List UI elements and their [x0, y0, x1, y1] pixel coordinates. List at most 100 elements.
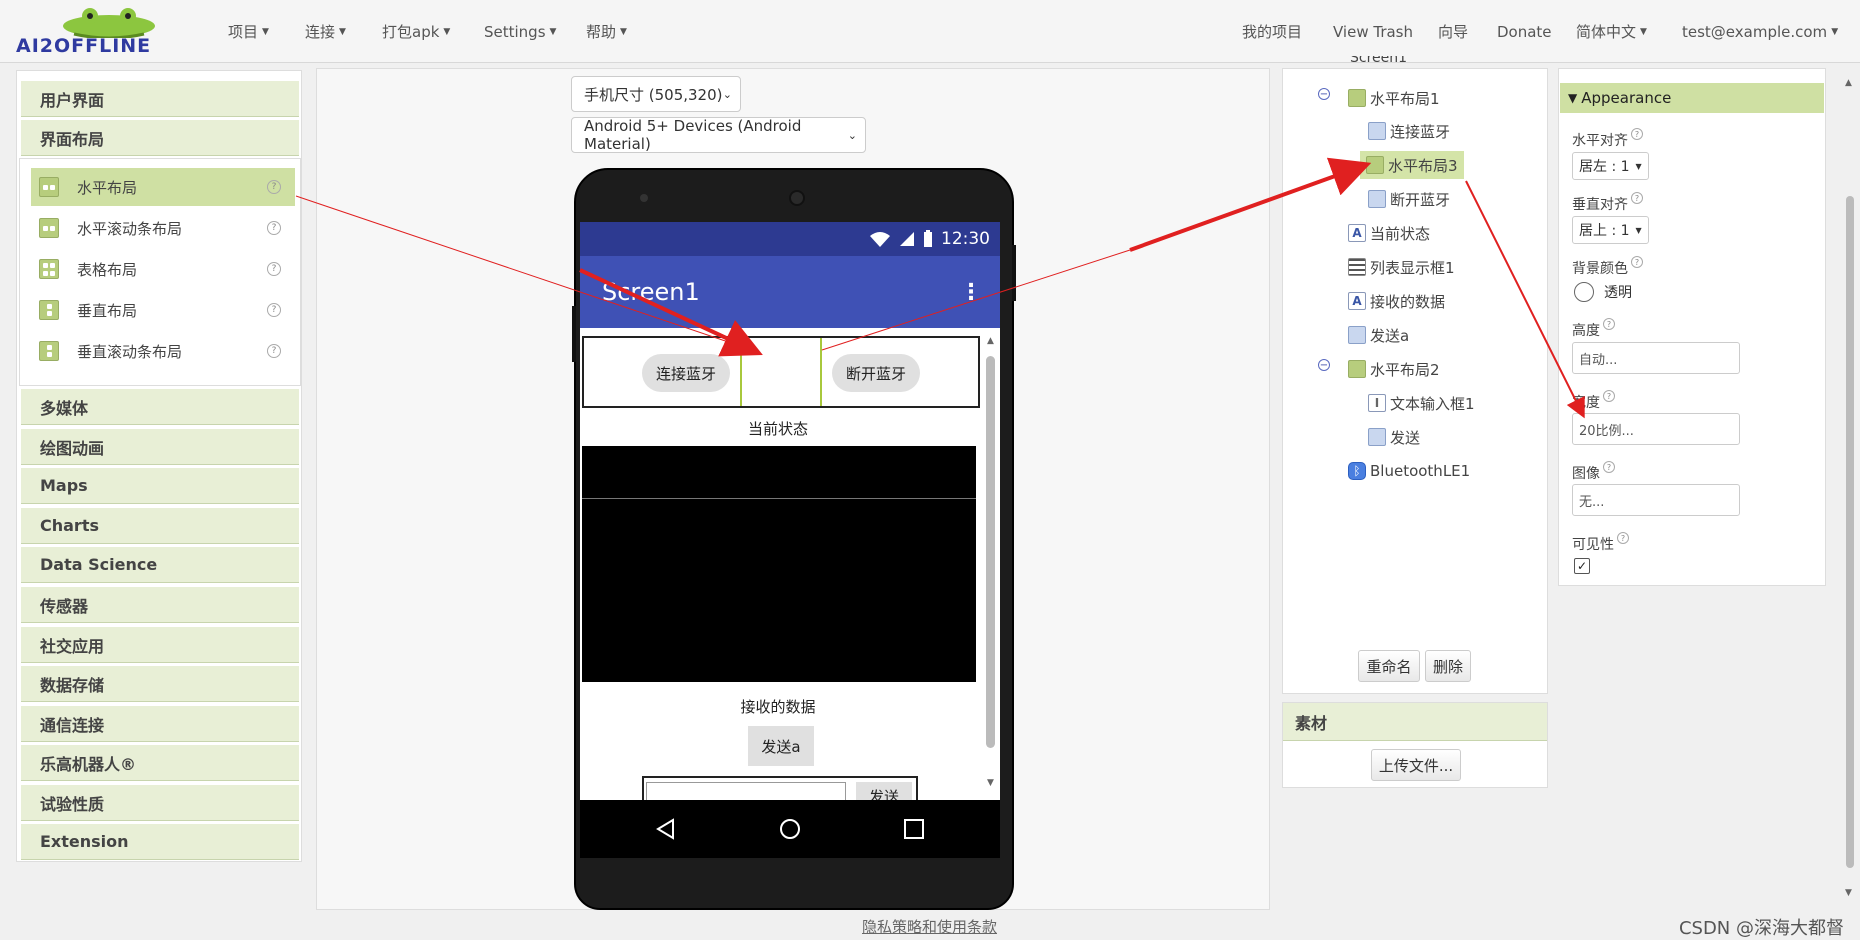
nav-donate[interactable]: Donate — [1497, 0, 1552, 63]
app-logo[interactable]: AI2OFFLINE — [14, 8, 204, 57]
help-icon[interactable]: ? — [1631, 128, 1643, 140]
nav-my-projects[interactable]: 我的项目 — [1242, 0, 1302, 63]
disconnect-bluetooth-button[interactable]: 断开蓝牙 — [832, 354, 920, 392]
category-maps[interactable]: Maps — [21, 468, 299, 504]
caret-down-icon: ▼ — [339, 26, 346, 37]
help-icon[interactable]: ? — [1603, 390, 1615, 402]
delete-button[interactable]: 删除 — [1425, 650, 1471, 682]
back-icon[interactable] — [655, 818, 677, 840]
page-scroll-thumb[interactable] — [1846, 196, 1854, 868]
help-icon[interactable]: ? — [267, 180, 281, 194]
menu-settings[interactable]: Settings ▼ — [484, 0, 556, 63]
help-icon[interactable]: ? — [267, 262, 281, 276]
valign-select[interactable]: 居上 : 1 ▼ — [1572, 216, 1649, 244]
collapse-icon[interactable]: − — [1318, 88, 1330, 100]
rename-button[interactable]: 重命名 — [1358, 650, 1420, 682]
send-button[interactable]: 发送 — [856, 782, 912, 800]
tree-node-text-input[interactable]: I 文本输入框1 — [1368, 389, 1475, 417]
connect-bluetooth-button[interactable]: 连接蓝牙 — [642, 354, 730, 392]
halign-select[interactable]: 居左 : 1 ▼ — [1572, 152, 1649, 180]
tree-node-status-label[interactable]: A 当前状态 — [1348, 219, 1430, 247]
scroll-thumb[interactable] — [986, 356, 995, 748]
scroll-up-icon[interactable]: ▲ — [1845, 78, 1852, 88]
appearance-section-header[interactable]: ▼ Appearance — [1560, 83, 1824, 113]
category-user-interface[interactable]: 用户界面 — [21, 81, 299, 117]
scroll-down-icon[interactable]: ▼ — [1845, 888, 1852, 898]
nav-view-trash[interactable]: View Trash — [1333, 0, 1413, 63]
menu-project[interactable]: 项目 ▼ — [228, 0, 269, 63]
category-storage[interactable]: 数据存储 — [21, 666, 299, 702]
screen-scrollbar[interactable]: ▲ ▼ — [984, 336, 998, 792]
palette-item-horizontal-arrangement[interactable]: 水平布局 ? — [31, 168, 295, 206]
category-sensors[interactable]: 传感器 — [21, 587, 299, 623]
category-experimental[interactable]: 试验性质 — [21, 785, 299, 821]
tree-node-disconnect-bluetooth[interactable]: 断开蓝牙 — [1368, 185, 1450, 213]
page-scrollbar[interactable]: ▲ ▼ — [1842, 68, 1858, 910]
help-icon[interactable]: ? — [267, 303, 281, 317]
image-input[interactable]: 无... — [1572, 484, 1740, 516]
recents-icon[interactable] — [903, 818, 925, 840]
horizontal-arrangement-3[interactable] — [740, 338, 822, 406]
help-icon[interactable]: ? — [1631, 192, 1643, 204]
height-input[interactable]: 自动... — [1572, 342, 1740, 374]
nav-language[interactable]: 简体中文 ▼ — [1576, 0, 1647, 63]
upload-file-button[interactable]: 上传文件... — [1371, 749, 1461, 781]
horizontal-arrangement-icon — [39, 177, 59, 197]
help-icon[interactable]: ? — [1631, 256, 1643, 268]
nav-account[interactable]: test@example.com ▼ — [1682, 0, 1838, 63]
help-icon[interactable]: ? — [267, 344, 281, 358]
tree-node-label: 列表显示框1 — [1370, 258, 1455, 277]
text-input-1[interactable] — [646, 782, 846, 800]
theme-select[interactable]: Android 5+ Devices (Android Material) ⌄ — [571, 117, 866, 153]
tree-node-connect-bluetooth[interactable]: 连接蓝牙 — [1368, 117, 1450, 145]
tree-node-received-data[interactable]: A 接收的数据 — [1348, 287, 1445, 315]
category-lego[interactable]: 乐高机器人® — [21, 745, 299, 781]
category-extension[interactable]: Extension — [21, 824, 299, 860]
caret-down-icon: ▼ — [262, 26, 269, 37]
tree-node-list-view[interactable]: 列表显示框1 — [1348, 253, 1455, 281]
bgcolor-picker[interactable]: 透明 — [1574, 282, 1632, 302]
nav-guide[interactable]: 向导 — [1438, 0, 1468, 63]
home-icon[interactable] — [779, 818, 801, 840]
overflow-menu-icon[interactable]: ⋮ — [960, 280, 982, 305]
caret-down-icon: ▼ — [1640, 26, 1647, 37]
category-drawing-animation[interactable]: 绘图动画 — [21, 429, 299, 465]
image-label-text: 图像 — [1572, 466, 1600, 482]
horizontal-arrangement-2[interactable]: 发送 — [642, 776, 918, 800]
list-view[interactable] — [582, 446, 976, 682]
help-icon[interactable]: ? — [1603, 461, 1615, 473]
tree-node-horizontal-arrangement-1[interactable]: 水平布局1 — [1348, 84, 1440, 112]
tree-node-bluetooth-le[interactable]: ᛒ BluetoothLE1 — [1348, 457, 1470, 485]
palette-item-vertical-scroll[interactable]: 垂直滚动条布局 ? — [31, 332, 295, 370]
menu-connect[interactable]: 连接 ▼ — [305, 0, 346, 63]
category-data-science[interactable]: Data Science — [21, 547, 299, 583]
visible-checkbox[interactable]: ✓ — [1574, 558, 1590, 574]
palette-item-table-arrangement[interactable]: 表格布局 ? — [31, 250, 295, 288]
menu-help[interactable]: 帮助 ▼ — [586, 0, 627, 63]
width-input[interactable]: 20比例... — [1572, 413, 1740, 445]
help-icon[interactable]: ? — [267, 221, 281, 235]
category-social[interactable]: 社交应用 — [21, 627, 299, 663]
help-icon[interactable]: ? — [1617, 532, 1629, 544]
help-icon[interactable]: ? — [1603, 318, 1615, 330]
tree-node-horizontal-arrangement-2[interactable]: 水平布局2 — [1348, 355, 1440, 383]
device-size-select[interactable]: 手机尺寸 (505,320) ⌄ — [571, 76, 741, 112]
menu-build-apk[interactable]: 打包apk ▼ — [382, 0, 450, 63]
tree-node-send-a[interactable]: 发送a — [1348, 321, 1409, 349]
privacy-link[interactable]: 隐私策略和使用条款 — [862, 916, 997, 937]
horizontal-arrangement-1[interactable]: 连接蓝牙 断开蓝牙 — [582, 336, 980, 408]
category-charts[interactable]: Charts — [21, 508, 299, 544]
tree-root-screen1[interactable]: Screen1 — [1350, 56, 1407, 68]
category-media[interactable]: 多媒体 — [21, 389, 299, 425]
category-connectivity[interactable]: 通信连接 — [21, 706, 299, 742]
tree-node-send[interactable]: 发送 — [1368, 423, 1420, 451]
tree-node-horizontal-arrangement-3[interactable]: 水平布局3 — [1360, 151, 1464, 179]
category-layout[interactable]: 界面布局 — [21, 120, 299, 156]
collapse-icon[interactable]: − — [1318, 359, 1330, 371]
scroll-down-icon[interactable]: ▼ — [987, 778, 994, 788]
send-a-button[interactable]: 发送a — [748, 726, 814, 766]
palette-item-horizontal-scroll[interactable]: 水平滚动条布局 ? — [31, 209, 295, 247]
palette-item-vertical-arrangement[interactable]: 垂直布局 ? — [31, 291, 295, 329]
tree-node-label: 发送 — [1390, 428, 1421, 447]
scroll-up-icon[interactable]: ▲ — [987, 336, 994, 346]
